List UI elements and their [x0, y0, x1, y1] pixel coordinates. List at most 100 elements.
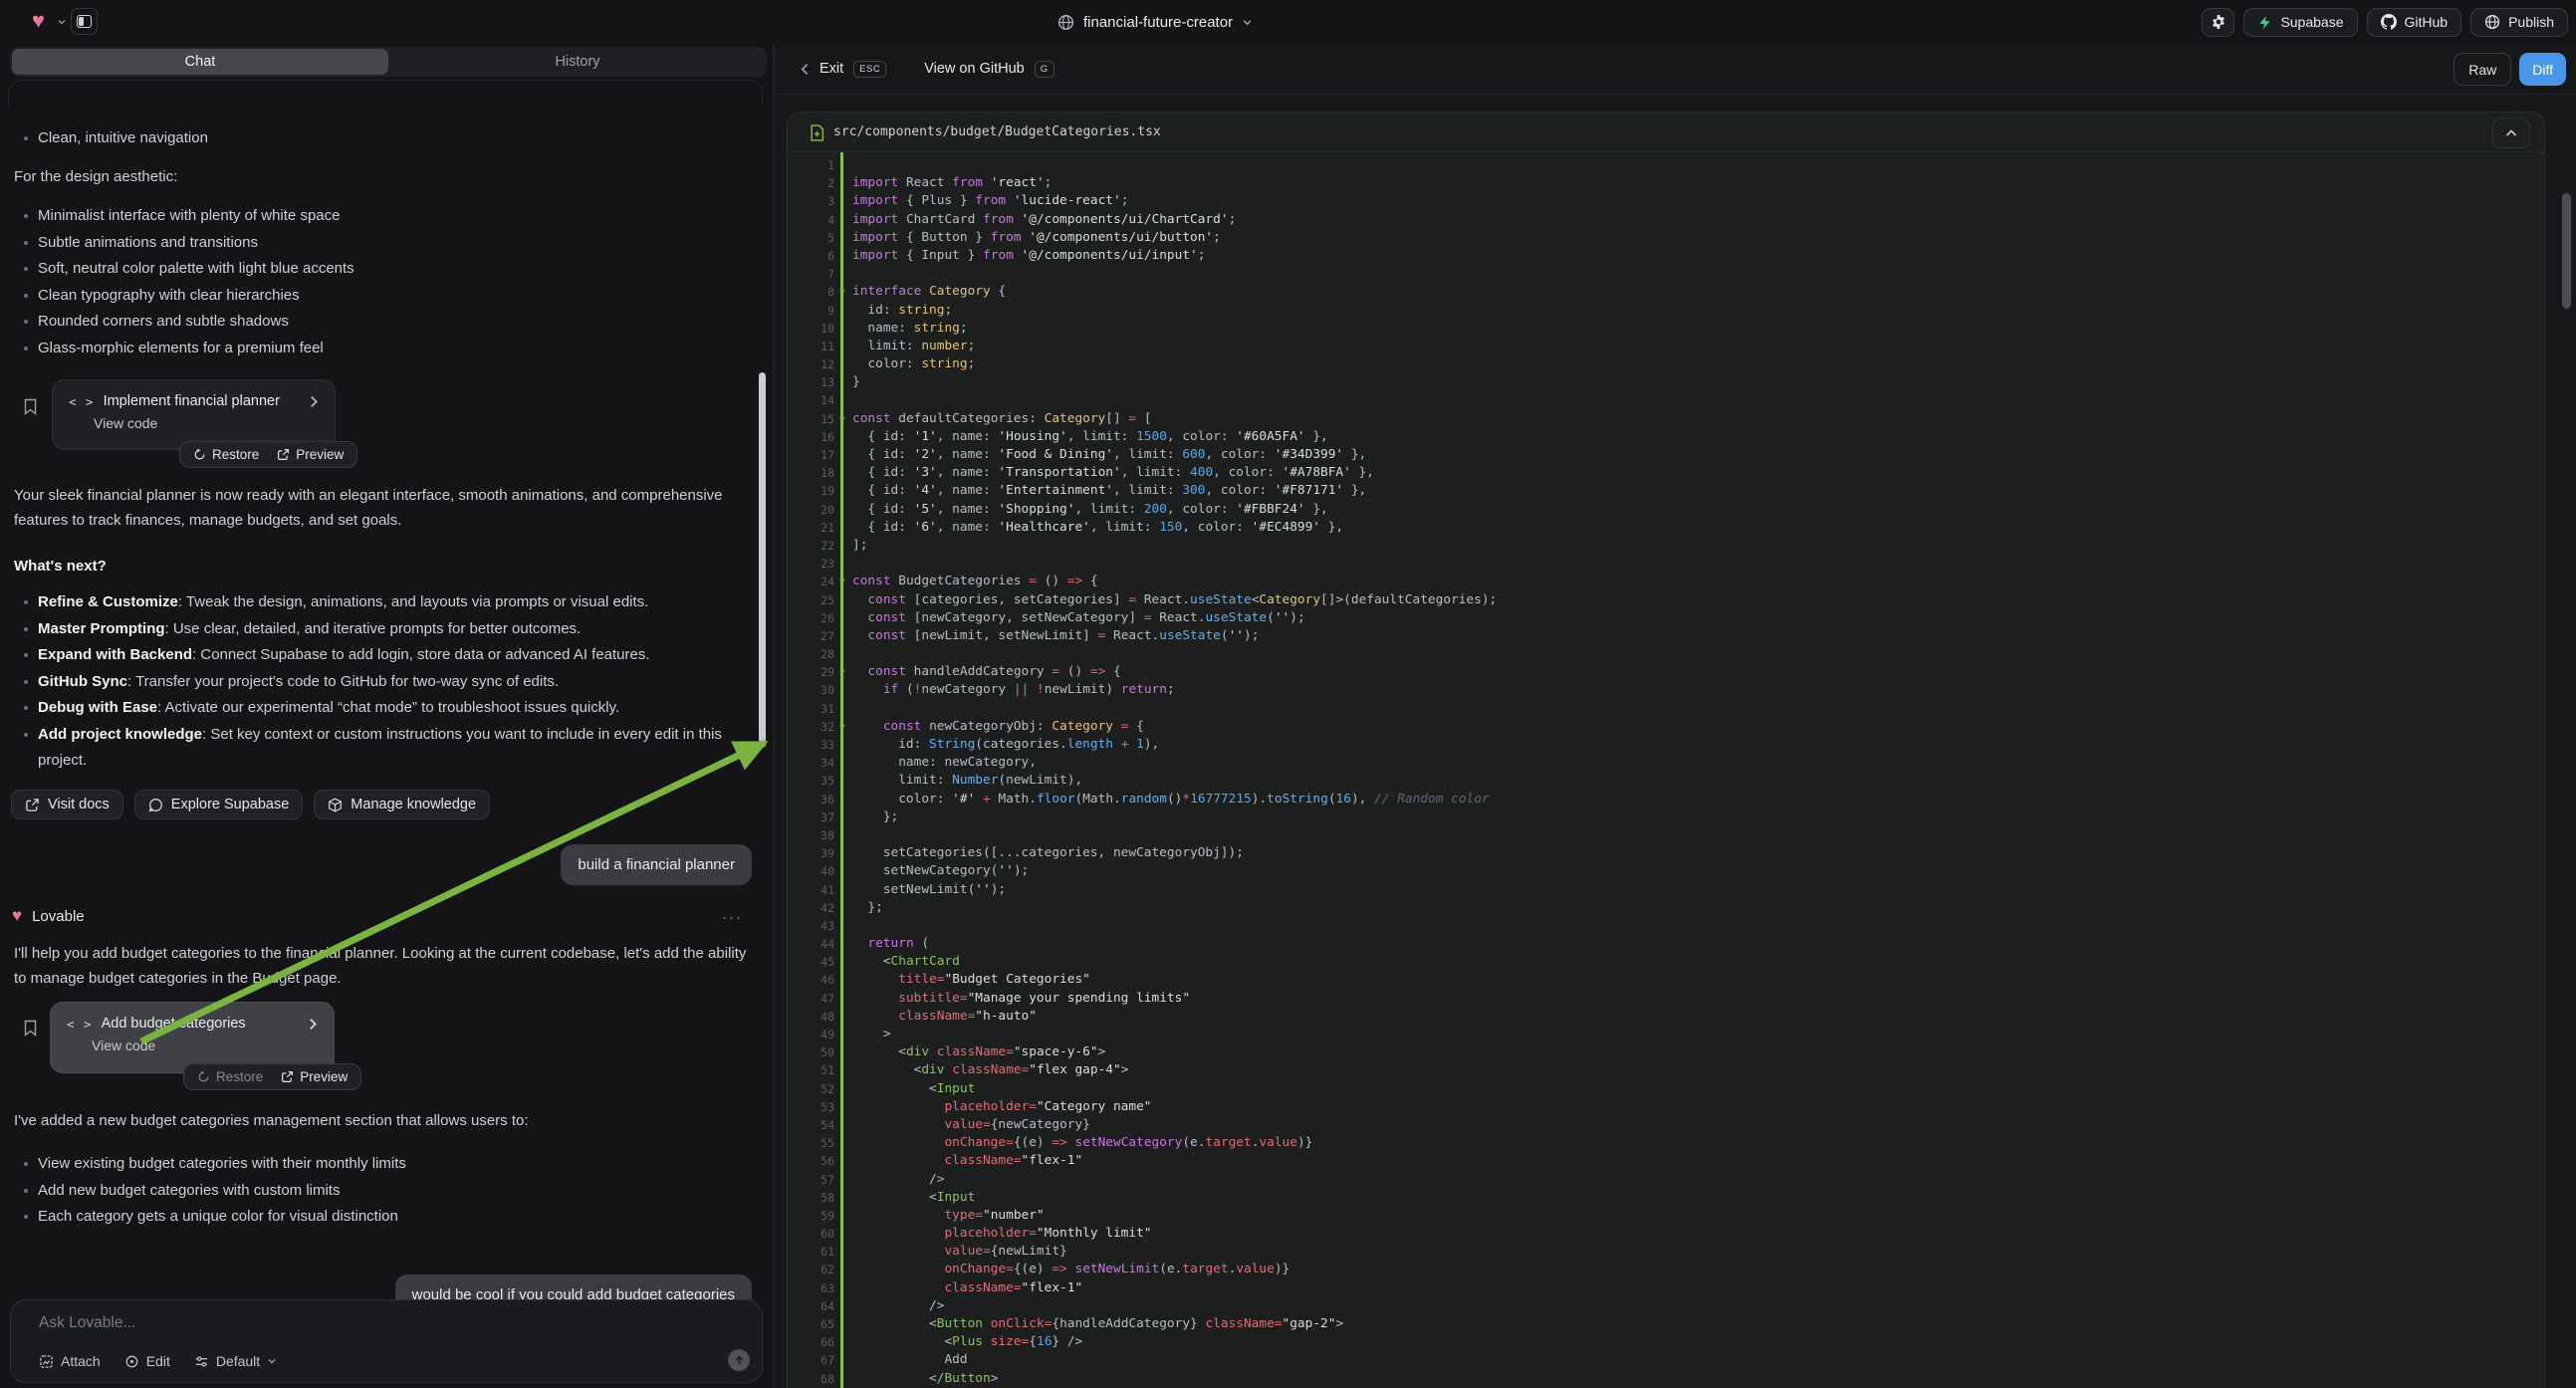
code-text: const [categories, setCategories] = Reac…: [834, 591, 1497, 609]
line-number: 19: [788, 482, 834, 500]
bookmark-icon[interactable]: [24, 398, 37, 415]
code-line: 23: [788, 555, 2544, 573]
view-code-link[interactable]: View code: [53, 409, 335, 431]
file-header[interactable]: src/components/budget/BudgetCategories.t…: [788, 113, 2544, 152]
line-number: 37: [788, 809, 834, 826]
chat-scrollbar[interactable]: [759, 372, 766, 743]
gear-icon: [2211, 14, 2226, 30]
bullet-text: Add new budget categories with custom li…: [38, 1178, 340, 1205]
list-item: Subtle animations and transitions: [0, 230, 354, 257]
line-number: 63: [788, 1279, 834, 1297]
added-file-icon: [810, 124, 824, 141]
code-line: 10 name: string;: [788, 320, 2544, 338]
bullet-text: Glass-morphic elements for a premium fee…: [38, 336, 324, 362]
code-text: [834, 645, 852, 663]
list-item: View existing budget categories with the…: [0, 1151, 406, 1178]
code-line: 37 };: [788, 809, 2544, 826]
visit-docs-label: Visit docs: [48, 797, 110, 812]
restore-button[interactable]: Restore: [197, 1069, 263, 1084]
send-button[interactable]: [728, 1349, 750, 1371]
publish-button[interactable]: Publish: [2470, 8, 2568, 37]
github-button[interactable]: GitHub: [2367, 8, 2462, 37]
explore-supabase-button[interactable]: Explore Supabase: [134, 790, 304, 819]
external-link-icon: [277, 448, 290, 461]
chat-input[interactable]: [39, 1314, 636, 1332]
line-number: 3: [788, 192, 834, 210]
list-item: Glass-morphic elements for a premium fee…: [0, 336, 354, 362]
code-viewer: 12import React from 'react';3import { Pl…: [788, 152, 2544, 1388]
code-line: 8interface Category {: [788, 283, 2544, 301]
line-number: 8: [788, 283, 834, 301]
preview-button[interactable]: Preview: [277, 447, 344, 462]
message-more-menu[interactable]: ···: [722, 909, 743, 926]
line-number: 35: [788, 772, 834, 790]
exit-button[interactable]: Exit: [820, 61, 843, 77]
code-text: name: newCategory,: [834, 754, 1037, 772]
diff-toggle-button[interactable]: Diff: [2519, 53, 2566, 86]
code-line: 29 const handleAddCategory = () => {: [788, 663, 2544, 681]
code-line: 31: [788, 700, 2544, 718]
code-text: [834, 917, 852, 935]
code-line: 47 subtitle="Manage your spending limits…: [788, 990, 2544, 1008]
line-number: 21: [788, 519, 834, 537]
toggle-sidebar-button[interactable]: [71, 8, 98, 35]
tab-chat[interactable]: Chat: [12, 49, 388, 75]
view-code-link[interactable]: View code: [51, 1032, 334, 1053]
code-text: { id: '5', name: 'Shopping', limit: 200,…: [834, 501, 1328, 519]
manage-knowledge-label: Manage knowledge: [351, 797, 476, 812]
manage-knowledge-button[interactable]: Manage knowledge: [314, 790, 490, 819]
bullet-dot: [24, 347, 28, 350]
collapse-file-button[interactable]: [2492, 117, 2530, 148]
code-text: const BudgetCategories = () => {: [834, 573, 1098, 590]
bullet-text: Minimalist interface with plenty of whit…: [38, 203, 340, 230]
line-number: 58: [788, 1189, 834, 1207]
code-text: <Input: [834, 1189, 975, 1207]
code-text: [834, 700, 852, 718]
code-text: name: string;: [834, 320, 968, 338]
code-line: 21 { id: '6', name: 'Healthcare', limit:…: [788, 519, 2544, 537]
code-text: { id: '1', name: 'Housing', limit: 1500,…: [834, 428, 1328, 446]
settings-button[interactable]: [2202, 8, 2234, 37]
code-line: 1: [788, 156, 2544, 174]
bullet-text: Rounded corners and subtle shadows: [38, 309, 289, 336]
visit-docs-button[interactable]: Visit docs: [11, 790, 123, 819]
code-scrollbar[interactable]: [2562, 193, 2571, 309]
view-on-github-button[interactable]: View on GitHub: [924, 61, 1024, 77]
code-text: }: [834, 373, 860, 391]
code-icon: < >: [69, 394, 95, 409]
code-line: 46 title="Budget Categories": [788, 971, 2544, 989]
list-item: Soft, neutral color palette with light b…: [0, 256, 354, 283]
preview-button[interactable]: Preview: [281, 1069, 348, 1084]
line-number: 18: [788, 464, 834, 482]
chat-bubble-icon: [148, 798, 163, 812]
edit-card-implement-financial-planner[interactable]: < > Implement financial planner View cod…: [52, 379, 336, 450]
tab-history[interactable]: History: [390, 49, 765, 75]
bullet-text: GitHub Sync: Transfer your project's cod…: [38, 669, 727, 696]
code-text: id: string;: [834, 302, 952, 320]
code-line: 30 if (!newCategory || !newLimit) return…: [788, 681, 2544, 699]
package-icon: [328, 798, 343, 812]
bullet-dot: [24, 680, 28, 684]
bullet-text: Debug with Ease: Activate our experiment…: [38, 695, 727, 722]
edit-button[interactable]: Edit: [124, 1353, 170, 1369]
bullet-dot: [24, 214, 28, 218]
restore-button[interactable]: Restore: [193, 447, 259, 462]
code-line: 4import ChartCard from '@/components/ui/…: [788, 211, 2544, 229]
code-line: 7: [788, 265, 2544, 283]
attach-button[interactable]: Attach: [39, 1353, 101, 1369]
line-number: 36: [788, 791, 834, 809]
line-number: 4: [788, 211, 834, 229]
mode-select[interactable]: Default: [194, 1353, 277, 1369]
supabase-button[interactable]: Supabase: [2243, 8, 2357, 37]
project-switcher[interactable]: financial-future-creator: [1057, 7, 1253, 37]
code-line: 65 <Button onClick={handleAddCategory} c…: [788, 1315, 2544, 1333]
raw-toggle-button[interactable]: Raw: [2454, 53, 2511, 86]
code-text: [834, 391, 852, 409]
code-line: 66 <Plus size={16} />: [788, 1333, 2544, 1351]
code-text: ];: [834, 537, 867, 555]
bookmark-icon[interactable]: [24, 1020, 37, 1037]
logo-chevron-down-icon[interactable]: [57, 17, 67, 27]
lovable-logo-heart-icon[interactable]: ♥: [32, 8, 45, 34]
line-number: 22: [788, 537, 834, 555]
code-text: [834, 555, 852, 573]
